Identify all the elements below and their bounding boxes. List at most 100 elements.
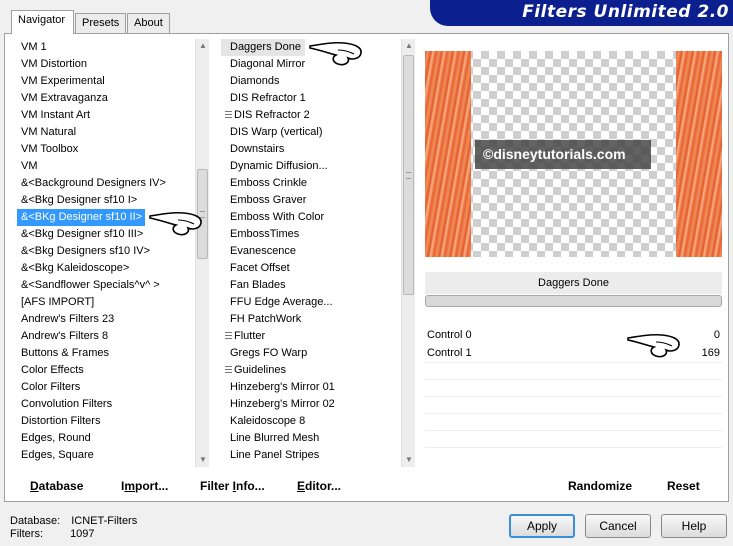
category-item-label-wrap[interactable]: &<BKg Designer sf10 II> [17, 209, 146, 226]
filter-item[interactable]: Emboss Crinkle [221, 175, 401, 192]
filter-info-button[interactable]: Filter Info... [200, 479, 265, 493]
filter-item[interactable]: FFU Edge Average... [221, 294, 401, 311]
category-item-label-wrap[interactable]: Edges, Square [17, 447, 195, 464]
cancel-button[interactable]: Cancel [585, 514, 651, 538]
filter-item-label-wrap[interactable]: Emboss Graver [221, 192, 401, 209]
category-item[interactable]: Andrew's Filters 8 [17, 328, 195, 345]
filter-item[interactable]: Line Panel Stripes [221, 447, 401, 464]
category-item[interactable]: Andrew's Filters 23 [17, 311, 195, 328]
database-button[interactable]: Database [30, 479, 83, 493]
category-item[interactable]: &<Bkg Designers sf10 IV> [17, 243, 195, 260]
category-item[interactable]: &<Bkg Kaleidoscope> [17, 260, 195, 277]
category-item-label-wrap[interactable]: Buttons & Frames [17, 345, 195, 362]
filter-item-label-wrap[interactable]: EmbossTimes [221, 226, 401, 243]
category-item[interactable]: &<Background Designers IV> [17, 175, 195, 192]
filter-item-label-wrap[interactable]: Evanescence [221, 243, 401, 260]
apply-button[interactable]: Apply [509, 514, 575, 538]
scroll-up-arrow-icon[interactable]: ▲ [196, 39, 210, 53]
filter-item-label-wrap[interactable]: Downstairs [221, 141, 401, 158]
filter-item-label-wrap[interactable]: Facet Offset [221, 260, 401, 277]
filter-item-label-wrap[interactable]: FFU Edge Average... [221, 294, 401, 311]
filter-item[interactable]: Flutter [221, 328, 401, 345]
category-item-label-wrap[interactable]: VM Natural [17, 124, 195, 141]
tab-navigator[interactable]: Navigator [11, 10, 74, 34]
filter-item-label-wrap[interactable]: Diamonds [221, 73, 401, 90]
scroll-up-arrow-icon[interactable]: ▲ [402, 39, 416, 53]
filter-item[interactable]: DIS Refractor 2 [221, 107, 401, 124]
randomize-button[interactable]: Randomize [568, 479, 632, 493]
filter-item-label-wrap[interactable]: Dynamic Diffusion... [221, 158, 401, 175]
category-item[interactable]: Color Filters [17, 379, 195, 396]
help-button[interactable]: Help [661, 514, 727, 538]
filter-item-label-wrap[interactable]: Hinzeberg's Mirror 01 [221, 379, 401, 396]
filter-item-label-wrap[interactable]: Flutter [221, 328, 401, 345]
category-item[interactable]: [AFS IMPORT] [17, 294, 195, 311]
filter-item[interactable]: Dynamic Diffusion... [221, 158, 401, 175]
editor-button[interactable]: Editor... [297, 479, 341, 493]
category-item-label-wrap[interactable]: &<Sandflower Specials^v^ > [17, 277, 195, 294]
category-item-label-wrap[interactable]: Andrew's Filters 8 [17, 328, 195, 345]
category-item-label-wrap[interactable]: Edges, Round [17, 430, 195, 447]
filter-item[interactable]: Hinzeberg's Mirror 02 [221, 396, 401, 413]
filter-item-label-wrap[interactable]: Gregs FO Warp [221, 345, 401, 362]
filter-item-label-wrap[interactable]: Emboss Crinkle [221, 175, 401, 192]
category-item[interactable]: VM Extravaganza [17, 90, 195, 107]
category-item-label-wrap[interactable]: Distortion Filters [17, 413, 195, 430]
filter-item-label-wrap[interactable]: Daggers Done [221, 39, 305, 56]
category-item[interactable]: VM [17, 158, 195, 175]
filter-item[interactable]: Fan Blades [221, 277, 401, 294]
filter-item-label-wrap[interactable]: Hinzeberg's Mirror 02 [221, 396, 401, 413]
filter-item-label-wrap[interactable]: Kaleidoscope 8 [221, 413, 401, 430]
category-item-label-wrap[interactable]: Color Filters [17, 379, 195, 396]
category-item[interactable]: VM Distortion [17, 56, 195, 73]
category-item[interactable]: VM 1 [17, 39, 195, 56]
filter-item-label-wrap[interactable]: Guidelines [221, 362, 401, 379]
category-list[interactable]: VM 1 VM Distortion VM Experimental VM Extra… [17, 39, 195, 467]
category-item[interactable]: &<Sandflower Specials^v^ > [17, 277, 195, 294]
tab-presets[interactable]: Presets [75, 13, 126, 33]
category-item-label-wrap[interactable]: Andrew's Filters 23 [17, 311, 195, 328]
category-item-label-wrap[interactable]: VM Instant Art [17, 107, 195, 124]
filter-scroll-thumb[interactable] [403, 55, 414, 295]
category-item-label-wrap[interactable]: VM Experimental [17, 73, 195, 90]
category-item-label-wrap[interactable]: VM Distortion [17, 56, 195, 73]
category-item-label-wrap[interactable]: [AFS IMPORT] [17, 294, 195, 311]
parameter-slider[interactable] [425, 295, 722, 307]
category-item-label-wrap[interactable]: VM Toolbox [17, 141, 195, 158]
scroll-down-arrow-icon[interactable]: ▼ [402, 453, 416, 467]
filter-item-label-wrap[interactable]: Line Panel Stripes [221, 447, 401, 464]
tab-about[interactable]: About [127, 13, 170, 33]
filter-item-label-wrap[interactable]: Emboss With Color [221, 209, 401, 226]
category-item[interactable]: VM Natural [17, 124, 195, 141]
filter-item-label-wrap[interactable]: DIS Refractor 2 [221, 107, 401, 124]
filter-item-label-wrap[interactable]: Line Blurred Mesh [221, 430, 401, 447]
category-item[interactable]: Edges, Square [17, 447, 195, 464]
category-item-label-wrap[interactable]: VM [17, 158, 195, 175]
category-scrollbar[interactable]: ▲ ▼ [195, 39, 209, 467]
category-item-label-wrap[interactable]: Convolution Filters [17, 396, 195, 413]
category-item[interactable]: &<Bkg Designer sf10 I> [17, 192, 195, 209]
filter-item[interactable]: Hinzeberg's Mirror 01 [221, 379, 401, 396]
category-item-label-wrap[interactable]: &<Bkg Designer sf10 I> [17, 192, 195, 209]
filter-item[interactable]: EmbossTimes [221, 226, 401, 243]
filter-item[interactable]: Guidelines [221, 362, 401, 379]
filter-list[interactable]: Daggers Done Diagonal Mirror Diamonds DIS R… [221, 39, 401, 467]
filter-item[interactable]: DIS Warp (vertical) [221, 124, 401, 141]
filter-item[interactable]: Line Blurred Mesh [221, 430, 401, 447]
filter-item[interactable]: Facet Offset [221, 260, 401, 277]
category-item-label-wrap[interactable]: Color Effects [17, 362, 195, 379]
reset-button[interactable]: Reset [667, 479, 700, 493]
category-item[interactable]: Color Effects [17, 362, 195, 379]
import-button[interactable]: Import... [121, 479, 168, 493]
filter-item[interactable]: Downstairs [221, 141, 401, 158]
filter-item-label-wrap[interactable]: FH PatchWork [221, 311, 401, 328]
category-item-label-wrap[interactable]: &<Background Designers IV> [17, 175, 195, 192]
category-item[interactable]: Convolution Filters [17, 396, 195, 413]
filter-item[interactable]: Diamonds [221, 73, 401, 90]
filter-item-label-wrap[interactable]: DIS Refractor 1 [221, 90, 401, 107]
category-item[interactable]: VM Toolbox [17, 141, 195, 158]
filter-item[interactable]: Kaleidoscope 8 [221, 413, 401, 430]
filter-scrollbar[interactable]: ▲ ▼ [401, 39, 415, 467]
category-item[interactable]: Edges, Round [17, 430, 195, 447]
filter-item[interactable]: Evanescence [221, 243, 401, 260]
